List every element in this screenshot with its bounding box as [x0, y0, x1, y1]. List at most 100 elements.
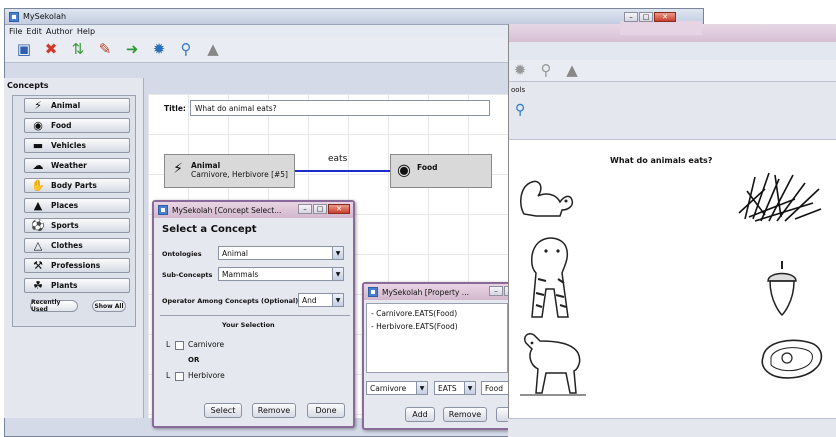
wheel-icon[interactable]: ✹ — [511, 62, 529, 80]
node-animal-sub: Carnivore, Herbivore [#5] — [191, 170, 288, 179]
menu-file[interactable]: File — [9, 27, 22, 36]
maximize-button[interactable]: □ — [313, 204, 327, 214]
close-button[interactable]: ✕ — [328, 204, 350, 214]
meat-image[interactable] — [756, 332, 828, 386]
concept-places[interactable]: ▲ Places — [24, 198, 130, 213]
food-node-icon: ◉ — [397, 160, 411, 179]
squirrel-image[interactable] — [514, 172, 578, 222]
remove-button[interactable]: Remove — [252, 403, 296, 418]
save-icon[interactable]: ▣ — [15, 41, 33, 59]
ontologies-label: Ontologies — [162, 250, 202, 258]
divider — [160, 315, 350, 316]
or-label: OR — [188, 356, 200, 364]
chevron-down-icon: ▼ — [332, 268, 343, 280]
search-icon[interactable]: ⚲ — [177, 41, 195, 59]
minimize-button[interactable]: – — [489, 286, 503, 296]
subconcepts-select[interactable]: Mammals ▼ — [218, 267, 344, 281]
main-window-title: MySekolah — [23, 12, 67, 21]
concept-food[interactable]: ◉ Food — [24, 118, 130, 133]
animal-node-icon: ⚡ — [173, 161, 183, 177]
concept-vehicles[interactable]: ▬ Vehicles — [24, 138, 130, 153]
worksheet-heading: What do animals eats? — [610, 156, 713, 165]
property-extra-button[interactable] — [496, 407, 508, 422]
edit-icon[interactable]: ✎ — [96, 41, 114, 59]
property-relation-select[interactable]: EATS ▼ — [434, 381, 476, 395]
worksheet-toolbar: ✹ ⚲ ▲ — [509, 60, 836, 82]
menu-edit[interactable]: Edit — [26, 27, 42, 36]
concept-plants[interactable]: ☘ Plants — [24, 278, 130, 293]
wheel-icon[interactable]: ✹ — [150, 41, 168, 59]
node-animal-label: Animal — [191, 161, 221, 170]
herbivore-checkbox[interactable] — [174, 371, 184, 381]
concept-professions[interactable]: ⚒ Professions — [24, 258, 130, 273]
concept-weather[interactable]: ☁ Weather — [24, 158, 130, 173]
recently-used-button[interactable]: Recently Used — [30, 299, 78, 313]
property-subject-select[interactable]: Carnivore ▼ — [366, 381, 428, 395]
arrow-icon[interactable]: ➜ — [123, 41, 141, 59]
property-dialog-titlebar: MySekolah [Property ... – □ — [364, 284, 518, 300]
show-all-button[interactable]: Show All — [92, 300, 126, 312]
minimize-button[interactable]: – — [298, 204, 312, 214]
selection-herbivore[interactable]: L Herbivore — [166, 371, 225, 381]
property-list[interactable]: - Carnivore.EATS(Food) - Herbivore.EATS(… — [366, 303, 508, 373]
cancel-icon[interactable]: ✖ — [42, 41, 60, 59]
selection-carnivore[interactable]: L Carnivore — [166, 340, 224, 350]
property-object-select[interactable]: Food — [481, 381, 508, 395]
concept-sports[interactable]: ⚽ Sports — [24, 218, 130, 233]
node-animal[interactable]: ⚡ Animal Carnivore, Herbivore [#5] — [164, 154, 295, 188]
food-icon: ◉ — [33, 119, 43, 132]
concept-dialog-title: MySekolah [Concept Select... — [172, 205, 282, 215]
operator-select[interactable]: And ▼ — [298, 293, 344, 307]
tiger-image[interactable] — [516, 232, 586, 322]
concept-body-parts[interactable]: ✋ Body Parts — [24, 178, 130, 193]
weather-icon: ☁ — [32, 159, 44, 172]
worksheet-menubar — [509, 42, 836, 60]
concept-clothes[interactable]: △ Clothes — [24, 238, 130, 253]
edge-label: eats — [328, 154, 348, 164]
minimize-button[interactable]: – — [624, 12, 638, 22]
vehicles-icon: ▬ — [32, 139, 44, 152]
chevron-down-icon: ▼ — [416, 382, 427, 394]
professions-icon: ⚒ — [33, 259, 43, 272]
tools-panel: ools ⚲ — [509, 82, 836, 140]
tools-label: ools — [511, 86, 526, 94]
chevron-down-icon: ▼ — [332, 247, 343, 259]
plants-icon: ☘ — [33, 279, 43, 292]
chevron-down-icon: ▼ — [332, 294, 343, 306]
carnivore-checkbox[interactable] — [174, 340, 184, 350]
title-input[interactable]: What do animal eats? — [190, 100, 490, 116]
shape-icon[interactable]: ▲ — [204, 41, 222, 59]
concept-dialog-heading: Select a Concept — [162, 224, 257, 235]
list-item[interactable]: - Herbivore.EATS(Food) — [371, 320, 503, 333]
close-button[interactable]: ✕ — [654, 12, 676, 22]
your-selection-label: Your Selection — [222, 321, 275, 329]
concepts-title: Concepts — [7, 81, 49, 90]
shuffle-icon[interactable]: ⇅ — [69, 41, 87, 59]
acorn-image[interactable] — [760, 256, 804, 322]
property-remove-button[interactable]: Remove — [443, 407, 487, 422]
subconcepts-label: Sub-Concepts — [162, 271, 213, 279]
menu-author[interactable]: Author — [46, 27, 73, 36]
search-icon[interactable]: ⚲ — [537, 62, 555, 80]
concept-dialog-titlebar: MySekolah [Concept Select... – □ ✕ — [154, 202, 353, 218]
done-button[interactable]: Done — [307, 403, 345, 418]
ontologies-select[interactable]: Animal ▼ — [218, 246, 344, 260]
shape-icon[interactable]: ▲ — [563, 62, 581, 80]
maximize-button[interactable]: □ — [639, 12, 653, 22]
add-button[interactable]: Add — [405, 407, 435, 422]
property-dialog-title: MySekolah [Property ... — [382, 287, 469, 297]
node-food[interactable]: ◉ Food — [390, 154, 492, 188]
chevron-down-icon: ▼ — [464, 382, 475, 394]
goat-image[interactable] — [514, 328, 592, 400]
zoom-icon[interactable]: ⚲ — [515, 102, 525, 118]
menu-help[interactable]: Help — [77, 27, 95, 36]
dialog-app-icon — [158, 205, 168, 215]
node-food-label: Food — [417, 163, 438, 172]
edge-line — [295, 170, 390, 172]
list-item[interactable]: - Carnivore.EATS(Food) — [371, 307, 503, 320]
worksheet-window-buttons: – □ ✕ — [624, 12, 676, 22]
concept-animal[interactable]: ⚡ Animal — [24, 98, 130, 113]
select-button[interactable]: Select — [204, 403, 242, 418]
grass-image[interactable] — [734, 168, 826, 228]
places-icon: ▲ — [33, 199, 43, 212]
